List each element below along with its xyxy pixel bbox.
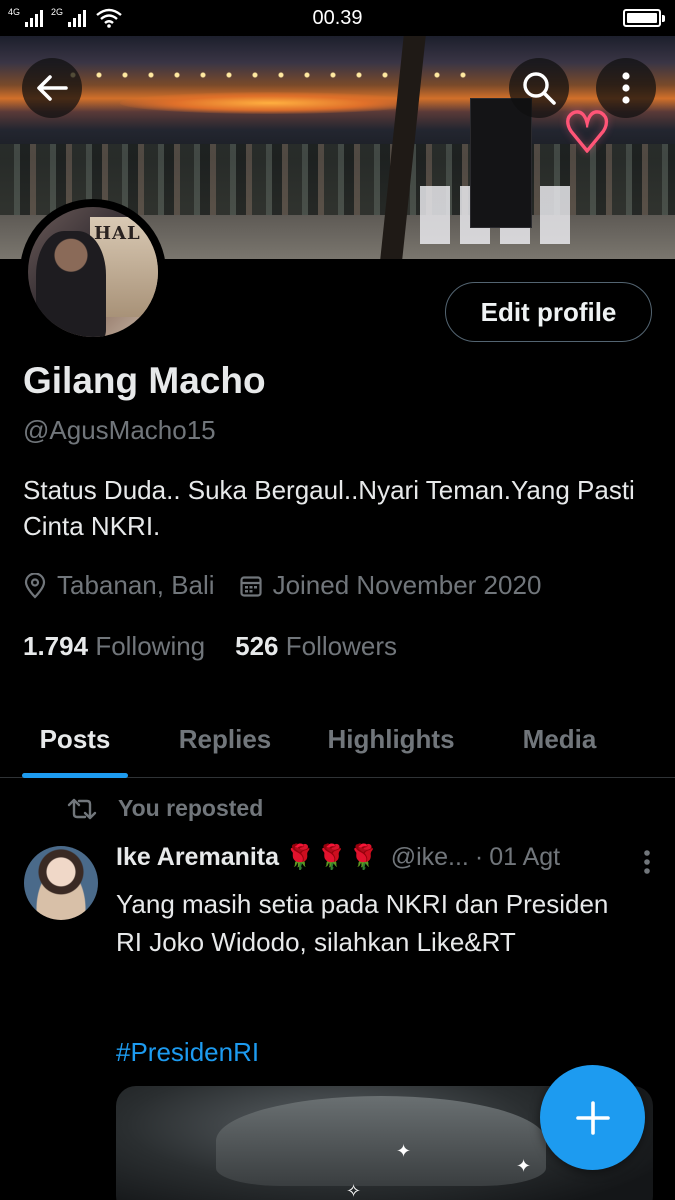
tab-media[interactable]: Media xyxy=(482,700,637,778)
more-vertical-icon xyxy=(644,850,650,874)
tab-posts[interactable]: Posts xyxy=(0,700,150,778)
location-text: Tabanan, Bali xyxy=(57,570,215,600)
profile-joined: Joined November 2020 xyxy=(239,570,542,601)
media-sparkle: ✦ xyxy=(396,1141,412,1161)
rose-emoji: 🌹🌹🌹 xyxy=(285,844,381,871)
media-cap-shape xyxy=(216,1096,546,1186)
tab-label: Posts xyxy=(39,723,111,754)
more-options-button[interactable] xyxy=(596,58,656,118)
tab-label: Media xyxy=(522,723,597,754)
following-label: Following xyxy=(95,631,206,661)
avatar-sign-text: HAL xyxy=(94,223,141,244)
active-tab-indicator xyxy=(22,773,128,778)
avatar-person xyxy=(36,231,106,337)
status-bar: 4G 2G 00.39 xyxy=(0,0,675,36)
repost-label: You reposted xyxy=(118,795,264,821)
profile-tabs: Posts Replies Highlights Media xyxy=(0,700,675,778)
followers-label: Followers xyxy=(285,631,398,661)
avatar-image: HAL xyxy=(28,207,158,337)
post-header: Ike Aremanita 🌹🌹🌹 @ike... 01 Agt xyxy=(116,843,651,874)
signal-icon-1 xyxy=(25,9,44,27)
media-sparkle: ✦ xyxy=(516,1156,532,1176)
network-type-2: 2G xyxy=(51,7,64,17)
tab-replies[interactable]: Replies xyxy=(150,700,300,778)
signal-group: 4G 2G xyxy=(8,8,122,28)
repost-indicator: You reposted xyxy=(66,795,263,822)
network-type-1: 4G xyxy=(8,7,21,17)
more-vertical-icon xyxy=(622,72,630,104)
tab-highlights[interactable]: Highlights xyxy=(300,700,482,778)
post-author-handle: @ike... xyxy=(390,843,469,871)
search-button[interactable] xyxy=(509,58,569,118)
tab-label: Highlights xyxy=(327,723,455,754)
search-icon xyxy=(523,72,556,105)
post-author-avatar[interactable] xyxy=(24,846,98,920)
banner-neon-heart: ♡ xyxy=(561,101,613,164)
profile-handle: @AgusMacho15 xyxy=(23,415,216,445)
battery-icon xyxy=(623,9,665,27)
followers-count: 526 xyxy=(235,631,279,661)
banner-sunset xyxy=(120,92,420,114)
profile-stats: 1.794 Following 526 Followers xyxy=(23,631,427,662)
signal-icon-2 xyxy=(68,9,87,27)
following-count: 1.794 xyxy=(23,631,89,661)
back-button[interactable] xyxy=(22,58,82,118)
compose-fab[interactable] xyxy=(540,1065,645,1170)
following-link[interactable]: 1.794 Following xyxy=(23,631,205,662)
tab-label: Replies xyxy=(178,723,272,754)
location-pin-icon xyxy=(24,572,46,599)
post-author-name[interactable]: Ike Aremanita xyxy=(116,843,279,872)
banner-speaker xyxy=(470,98,532,228)
profile-location: Tabanan, Bali xyxy=(23,570,215,601)
profile-meta: Tabanan, Bali Joined November 2020 xyxy=(23,570,565,601)
calendar-icon xyxy=(239,575,262,597)
joined-text: Joined November 2020 xyxy=(272,570,542,600)
plus-icon xyxy=(575,1100,610,1135)
wifi-icon xyxy=(96,8,122,28)
profile-name: Gilang Macho xyxy=(23,360,266,401)
media-sparkle: ✧ xyxy=(346,1181,362,1200)
followers-link[interactable]: 526 Followers xyxy=(235,631,397,662)
post-date: 01 Agt xyxy=(469,843,560,872)
edit-profile-button[interactable]: Edit profile xyxy=(445,282,652,342)
profile-avatar[interactable]: HAL xyxy=(20,199,166,345)
post-hashtag[interactable]: #PresidenRI xyxy=(116,1037,259,1068)
arrow-left-icon xyxy=(37,75,68,101)
post-more-button[interactable] xyxy=(643,849,651,882)
battery-fill xyxy=(627,13,657,23)
repost-icon xyxy=(67,798,97,819)
post-text: Yang masih setia pada NKRI dan Presiden … xyxy=(116,889,609,957)
profile-bio: Status Duda.. Suka Bergaul..Nyari Teman.… xyxy=(23,475,635,541)
